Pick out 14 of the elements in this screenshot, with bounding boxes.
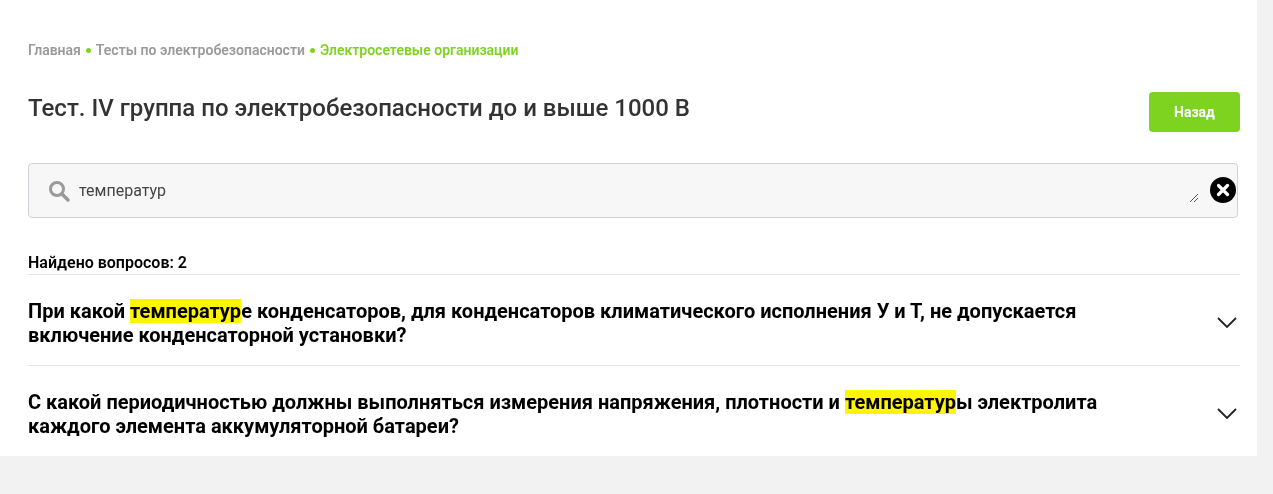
search-icon bbox=[47, 178, 71, 203]
page-title: Тест. IV группа по электробезопасности до и выше 1000 В bbox=[28, 93, 690, 124]
breadcrumb-link[interactable]: Электросетевые организации bbox=[319, 40, 519, 61]
bullet-icon bbox=[309, 48, 315, 53]
breadcrumb-link[interactable]: Тесты по электробезопасности bbox=[95, 40, 305, 61]
found-count: Найдено вопросов: 2 bbox=[28, 253, 188, 273]
close-icon[interactable] bbox=[1210, 177, 1236, 203]
question-text: При какой температуре конденсаторов, для конденсаторов климатического исполнения У и Т, не допускается включение конденсаторной установки? bbox=[28, 299, 1078, 347]
bullet-icon bbox=[85, 48, 91, 53]
search-field[interactable]: температур bbox=[28, 163, 1238, 218]
question-row[interactable]: При какой температуре конденсаторов, для конденсаторов климатического исполнения У и Т, не допускается включение конденсаторной установки? bbox=[28, 275, 1240, 366]
breadcrumb-link[interactable]: Главная bbox=[28, 40, 81, 61]
back-button[interactable]: Назад bbox=[1149, 92, 1240, 132]
resize-grip-icon[interactable] bbox=[1189, 193, 1199, 203]
